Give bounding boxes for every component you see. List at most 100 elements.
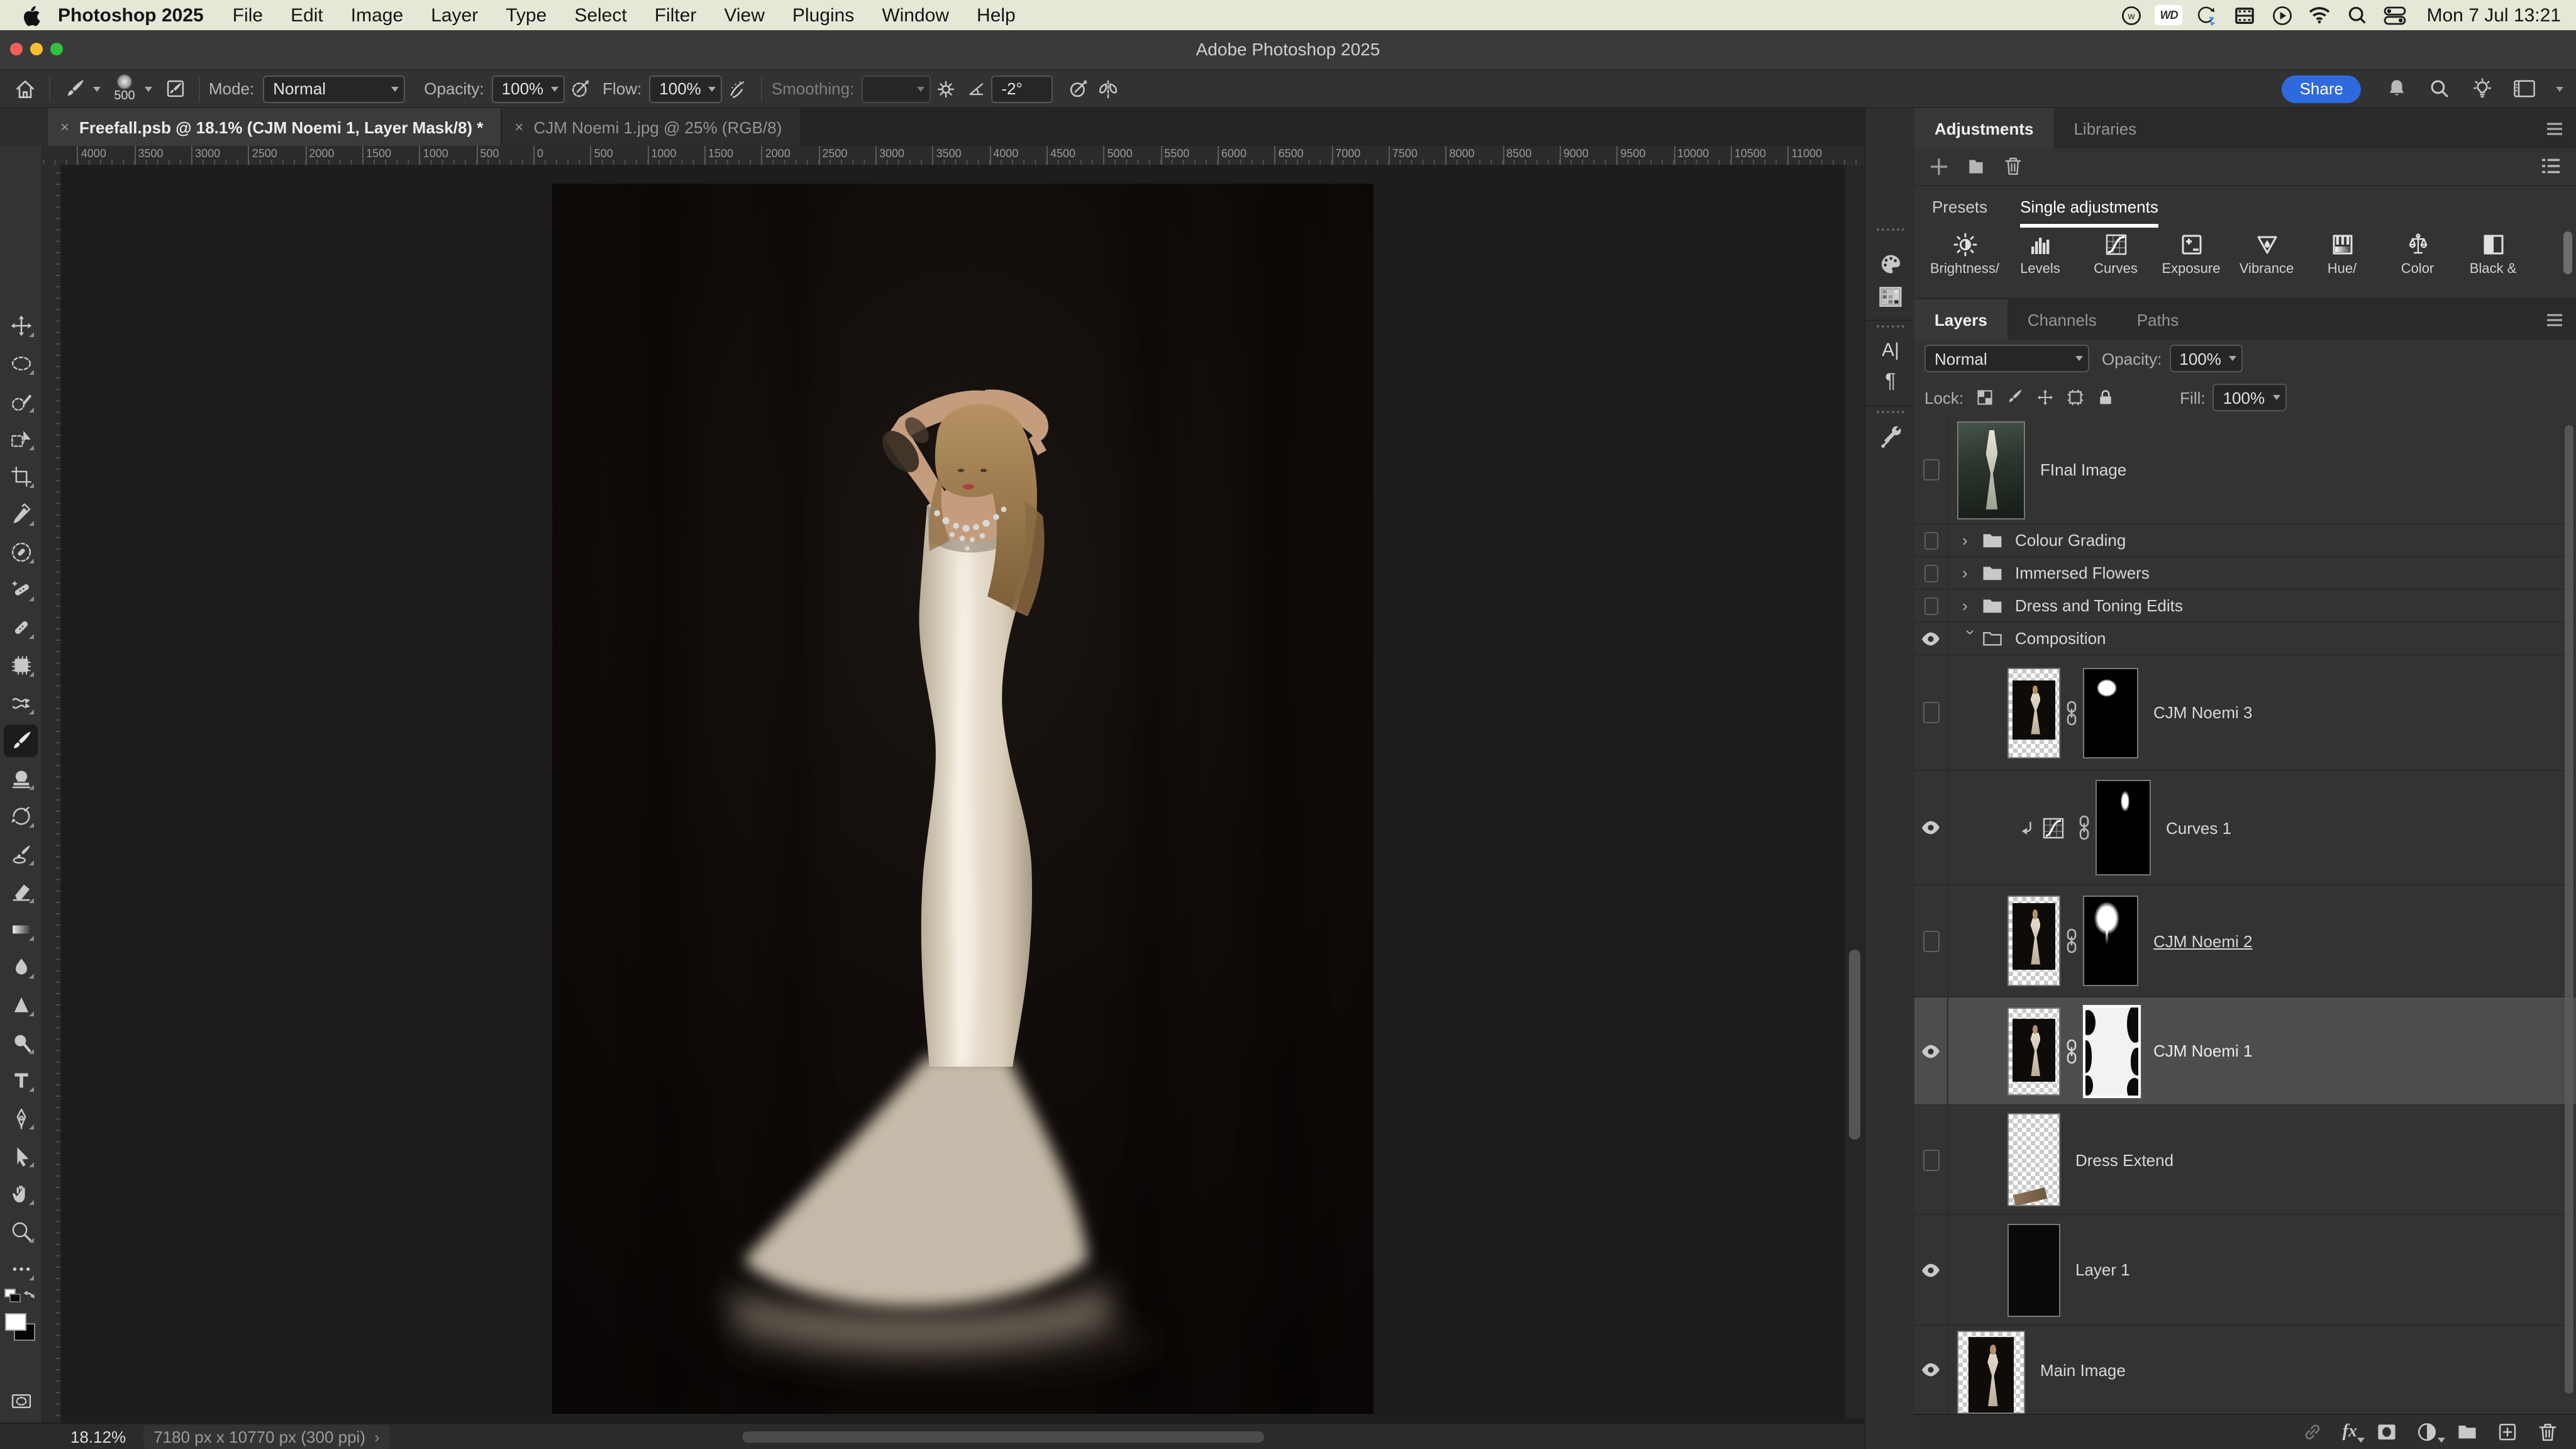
- dock-grip[interactable]: [1875, 410, 1906, 414]
- character-panel-icon[interactable]: A|: [1875, 335, 1906, 365]
- link-layers-icon[interactable]: [2302, 1421, 2324, 1443]
- layer-thumbnail[interactable]: [2007, 1007, 2060, 1095]
- menu-item[interactable]: File: [219, 4, 277, 26]
- blend-mode-select[interactable]: Normal: [1924, 345, 2089, 372]
- lock-all-icon[interactable]: [2097, 389, 2114, 406]
- layer-row-layer-1[interactable]: Layer 1: [1914, 1215, 2576, 1326]
- layer-mask-thumbnail[interactable]: [2083, 896, 2138, 986]
- vertical-scrollbar-thumb[interactable]: [1849, 950, 1860, 1140]
- new-layer-icon[interactable]: [2497, 1421, 2518, 1443]
- layers-opacity-field[interactable]: 100%: [2169, 345, 2243, 372]
- document-tab-active[interactable]: × Freefall.psb @ 18.1% (CJM Noemi 1, Lay…: [48, 108, 501, 146]
- subtab-presets[interactable]: Presets: [1932, 185, 1987, 228]
- close-tab-icon[interactable]: ×: [514, 118, 523, 136]
- film-icon[interactable]: [2231, 4, 2258, 26]
- mask-link-icon[interactable]: [2060, 1038, 2083, 1063]
- layer-name[interactable]: Dress and Toning Edits: [2015, 596, 2183, 615]
- lock-transparency-icon[interactable]: [1976, 389, 1994, 406]
- symmetry-icon[interactable]: [1093, 75, 1123, 103]
- layer-thumbnail[interactable]: [2007, 1113, 2060, 1206]
- layer-thumbnail[interactable]: [2007, 1223, 2060, 1316]
- eraser-tool[interactable]: [4, 875, 38, 908]
- chevron-down-icon[interactable]: ›: [1962, 630, 1980, 647]
- chevron-right-icon[interactable]: ›: [1962, 531, 1980, 550]
- menu-item[interactable]: Plugins: [779, 4, 868, 26]
- tab-channels[interactable]: Channels: [2007, 299, 2117, 340]
- subtab-single-adjustments[interactable]: Single adjustments: [2020, 185, 2158, 228]
- angle-field[interactable]: -2°: [991, 75, 1053, 103]
- discover-lightbulb-icon[interactable]: [2467, 75, 2497, 103]
- layer-row-main-image[interactable]: Main Image: [1914, 1326, 2576, 1414]
- menu-item[interactable]: Filter: [641, 4, 711, 26]
- workspace-chevron-icon[interactable]: [2556, 86, 2563, 91]
- visibility-toggle[interactable]: [1914, 886, 1948, 996]
- layer-name[interactable]: CJM Noemi 2: [2153, 931, 2253, 950]
- tab-paths[interactable]: Paths: [2117, 299, 2199, 340]
- foreground-background-swatches[interactable]: [5, 1313, 38, 1343]
- spotlight-icon[interactable]: [2344, 4, 2372, 26]
- paragraph-panel-icon[interactable]: ¶: [1875, 367, 1906, 397]
- hand-tool[interactable]: [4, 1177, 38, 1210]
- tab-layers[interactable]: Layers: [1914, 299, 2007, 340]
- type-tool[interactable]: [4, 1064, 38, 1097]
- menu-item[interactable]: Help: [963, 4, 1030, 26]
- fill-field[interactable]: 100%: [2213, 384, 2287, 411]
- horizontal-ruler[interactable]: 4000350030002500200015001000500050010001…: [42, 146, 1864, 166]
- opacity-field[interactable]: 100%: [492, 75, 565, 103]
- tab-libraries[interactable]: Libraries: [2053, 108, 2157, 148]
- curves-adjustment-icon[interactable]: [2041, 816, 2065, 840]
- gradient-tool[interactable]: [4, 913, 38, 946]
- menu-item[interactable]: Image: [337, 4, 417, 26]
- menu-item[interactable]: Window: [868, 4, 963, 26]
- adjustment-hue-saturation[interactable]: Hue/: [2304, 233, 2380, 277]
- search-icon[interactable]: [2424, 75, 2454, 103]
- adjustment-folder-icon[interactable]: [1966, 157, 1986, 175]
- layer-thumbnail[interactable]: [1957, 421, 2025, 519]
- minimize-window-button[interactable]: [30, 43, 43, 55]
- layer-name[interactable]: Dress Extend: [2075, 1150, 2174, 1169]
- document-tab-inactive[interactable]: × CJM Noemi 1.jpg @ 25% (RGB/8): [501, 108, 799, 146]
- zoom-tool[interactable]: [4, 1215, 38, 1248]
- adjustments-list-view-icon[interactable]: [2541, 157, 2561, 175]
- sharpen-tool[interactable]: [4, 989, 38, 1021]
- panel-menu-icon[interactable]: [2546, 313, 2563, 326]
- layer-row-cjm-noemi-3[interactable]: CJM Noemi 3: [1914, 655, 2576, 771]
- menu-item[interactable]: Type: [492, 4, 560, 26]
- delete-adjustment-icon[interactable]: [2004, 156, 2023, 176]
- brush-size-preview[interactable]: 500: [108, 74, 141, 103]
- menu-clock[interactable]: Mon 7 Jul 13:21: [2419, 4, 2562, 26]
- visibility-toggle[interactable]: [1914, 655, 1948, 770]
- close-tab-icon[interactable]: ×: [60, 118, 69, 136]
- layer-name[interactable]: Immersed Flowers: [2015, 564, 2150, 582]
- smoothing-field[interactable]: [862, 75, 931, 103]
- layer-name[interactable]: Composition: [2015, 629, 2106, 648]
- menu-app-name[interactable]: Photoshop 2025: [45, 4, 219, 26]
- tab-adjustments[interactable]: Adjustments: [1914, 108, 2053, 148]
- remove-tool[interactable]: [4, 536, 38, 569]
- panel-menu-icon[interactable]: [2546, 121, 2563, 135]
- adjustments-scrollbar-thumb[interactable]: [2563, 231, 2572, 274]
- menu-item[interactable]: View: [710, 4, 779, 26]
- visibility-toggle[interactable]: [1914, 590, 1948, 621]
- brush-tool[interactable]: [4, 724, 38, 757]
- flow-field[interactable]: 100%: [649, 75, 723, 103]
- canvas-pasteboard[interactable]: [60, 165, 1844, 1419]
- dodge-tool[interactable]: [4, 1026, 38, 1059]
- layer-name[interactable]: CJM Noemi 1: [2153, 1041, 2253, 1060]
- layer-name[interactable]: CJM Noemi 3: [2153, 703, 2253, 722]
- dock-grip[interactable]: [1875, 228, 1906, 231]
- mask-link-icon[interactable]: [2060, 700, 2083, 725]
- new-group-icon[interactable]: [2457, 1421, 2478, 1443]
- default-and-swap-colors[interactable]: [4, 1288, 38, 1308]
- document-dimensions[interactable]: 7180 px x 10770 px (300 ppi) ›: [143, 1425, 390, 1449]
- layer-row-final-image[interactable]: FInal Image: [1914, 416, 2576, 525]
- object-selection-tool[interactable]: [4, 423, 38, 455]
- document-canvas[interactable]: [552, 184, 1374, 1414]
- swatches-panel-icon[interactable]: [1875, 282, 1906, 312]
- lock-position-icon[interactable]: [2036, 389, 2054, 406]
- workspace-icon[interactable]: [2509, 75, 2540, 103]
- lock-pixels-icon[interactable]: [2006, 389, 2024, 406]
- content-aware-move-tool[interactable]: [4, 687, 38, 719]
- elliptical-marquee-tool[interactable]: [4, 347, 38, 380]
- layer-mask-thumbnail-active[interactable]: [2083, 1004, 2141, 1097]
